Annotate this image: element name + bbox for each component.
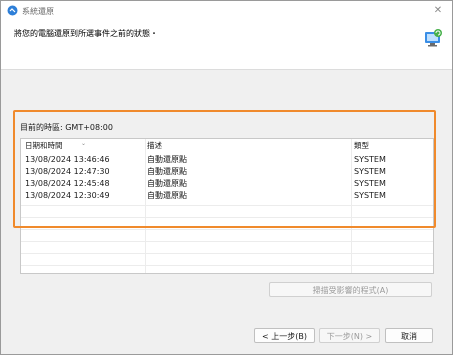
cell-description: 自動還原點 [147, 179, 187, 188]
system-restore-window: 系統還原 ✕ 將您的電腦還原到所選事件之前的狀態・ 目前的時區: GMT+08:… [0, 0, 453, 355]
cancel-button[interactable]: 取消 [385, 328, 433, 343]
restore-points-table[interactable]: 日期和時間 ⌄ 描述 類型 13/08/2024 13:46:46 自動還原點 … [20, 138, 434, 274]
cell-type: SYSTEM [354, 179, 386, 188]
column-header-description[interactable]: 描述 [147, 139, 162, 151]
cell-datetime: 13/08/2024 12:45:48 [25, 179, 110, 188]
restore-computer-icon [425, 29, 442, 47]
row-divider [21, 205, 433, 206]
scan-affected-programs-button[interactable]: 掃描受影響的程式(A) [269, 282, 432, 297]
window-title: 系統還原 [22, 7, 54, 16]
row-divider [21, 217, 433, 218]
next-button[interactable]: 下一步(N) > [319, 328, 380, 343]
column-header-datetime[interactable]: 日期和時間 [25, 139, 63, 151]
table-row[interactable]: 13/08/2024 12:47:30 自動還原點 SYSTEM [21, 166, 433, 178]
table-row[interactable]: 13/08/2024 12:30:49 自動還原點 SYSTEM [21, 190, 433, 202]
cell-datetime: 13/08/2024 12:30:49 [25, 191, 110, 200]
column-header-type[interactable]: 類型 [354, 139, 369, 151]
cell-type: SYSTEM [354, 167, 386, 176]
sort-arrow-icon: ⌄ [81, 140, 87, 147]
row-divider [21, 229, 433, 230]
title-bar: 系統還原 ✕ [1, 1, 452, 21]
cell-description: 自動還原點 [147, 191, 187, 200]
timezone-label: 目前的時區: GMT+08:00 [20, 123, 113, 132]
cell-description: 自動還原點 [147, 155, 187, 164]
close-icon[interactable]: ✕ [430, 3, 446, 19]
header-panel: 將您的電腦還原到所選事件之前的狀態・ [1, 21, 452, 70]
back-button[interactable]: < 上一步(B) [254, 328, 315, 343]
system-restore-icon [7, 5, 18, 16]
row-divider [21, 265, 433, 266]
row-divider [21, 253, 433, 254]
table-row[interactable]: 13/08/2024 13:46:46 自動還原點 SYSTEM [21, 154, 433, 166]
row-divider [21, 241, 433, 242]
cell-type: SYSTEM [354, 191, 386, 200]
cell-description: 自動還原點 [147, 167, 187, 176]
cell-datetime: 13/08/2024 12:47:30 [25, 167, 110, 176]
cell-type: SYSTEM [354, 155, 386, 164]
instruction-text: 將您的電腦還原到所選事件之前的狀態・ [14, 29, 158, 38]
cell-datetime: 13/08/2024 13:46:46 [25, 155, 110, 164]
table-row[interactable]: 13/08/2024 12:45:48 自動還原點 SYSTEM [21, 178, 433, 190]
